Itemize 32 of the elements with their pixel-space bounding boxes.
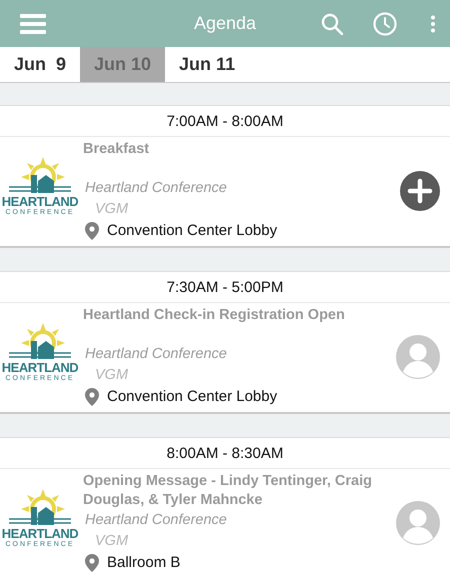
session-title: Opening Message - Lindy Tentinger, Craig Douglas, & Tyler Mahncke [83,472,373,510]
location-name: Convention Center Lobby [107,387,278,407]
avatar-icon[interactable] [396,335,440,379]
add-icon[interactable] [400,171,440,211]
session-title: Heartland Check-in Registration Open [83,306,346,325]
more-icon[interactable] [430,14,436,32]
logo-text: HEARTLAND [2,195,78,208]
organizer-name: VGM [95,532,130,551]
menu-icon[interactable] [20,14,46,34]
organizer-name: VGM [95,200,130,219]
event-name: Heartland Conference [85,345,228,364]
sun-barn-drawing [9,489,71,527]
clock-icon[interactable] [373,12,397,36]
page-title: Agenda [194,13,256,34]
session-time: 7:30AM - 5:00PM [166,278,284,296]
session-time: 7:00AM - 8:00AM [166,112,284,130]
location-name: Ballroom B [107,553,180,572]
session-time: 8:00AM - 8:30AM [166,444,284,462]
location-pin-icon [85,388,99,406]
location-pin-icon [85,222,99,240]
sun-barn-drawing [9,157,71,195]
location-pin-icon [85,554,99,572]
organizer-name: VGM [95,366,130,385]
event-name: Heartland Conference [85,179,228,198]
session-title: Breakfast [83,140,150,159]
search-icon[interactable] [321,12,343,34]
location-name: Convention Center Lobby [107,221,278,241]
logo-text: HEARTLAND [2,527,78,540]
event-name: Heartland Conference [85,511,228,530]
avatar-icon[interactable] [396,501,440,545]
sun-barn-drawing [9,323,71,361]
logo-text: HEARTLAND [2,361,78,374]
